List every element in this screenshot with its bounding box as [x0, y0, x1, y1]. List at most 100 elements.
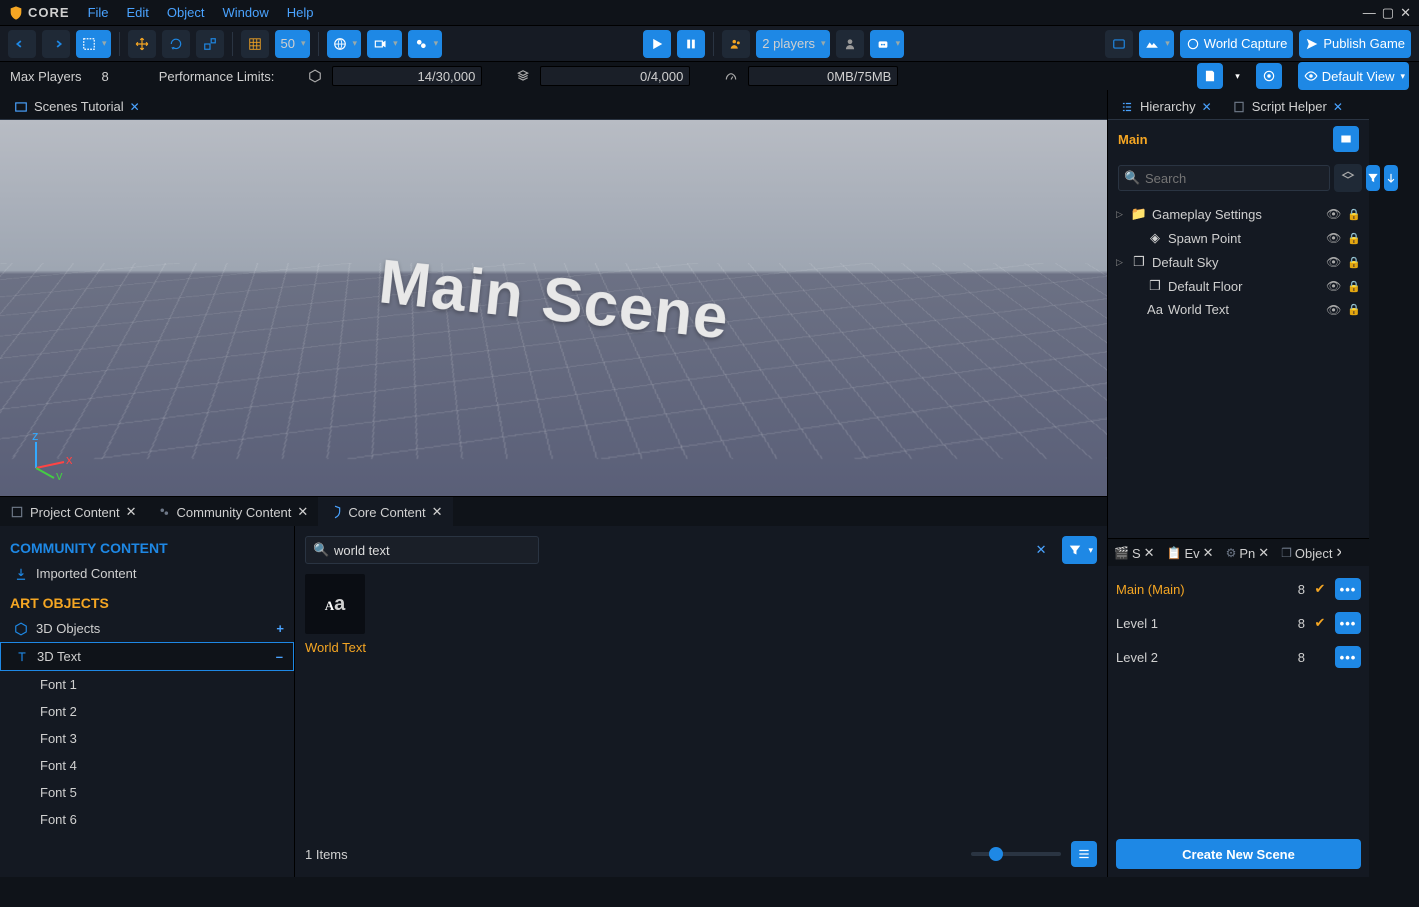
rotate-tool-button[interactable] — [162, 30, 190, 58]
terrain-dropdown[interactable]: ▾ — [1139, 30, 1174, 58]
perf-limits-label: Performance Limits: — [159, 69, 275, 84]
hierarchy-scene-name: Main — [1118, 132, 1325, 147]
tree-node[interactable]: ▷📁Gameplay Settings👁🔒 — [1108, 202, 1369, 226]
scene-menu-button[interactable]: ••• — [1335, 646, 1361, 668]
sidebar-item-3d-text[interactable]: 3D Text– — [0, 642, 294, 671]
scene-row[interactable]: Level 18 ✔ ••• — [1112, 606, 1365, 640]
visibility-icon[interactable]: 👁 — [1326, 207, 1341, 221]
tab-community-content[interactable]: Community Content✕ — [147, 497, 319, 526]
clear-search-icon[interactable]: ✕ — [1036, 542, 1047, 558]
sidebar-item-font[interactable]: Font 1 — [0, 671, 294, 698]
tab-script-helper[interactable]: Script Helper✕ — [1222, 93, 1353, 119]
bot-dropdown[interactable]: ▾ — [870, 30, 905, 58]
svg-text:z: z — [32, 432, 39, 443]
selection-mode-dropdown[interactable]: ▾ — [76, 30, 111, 58]
hierarchy-collapse-button[interactable] — [1384, 165, 1398, 191]
visibility-icon[interactable]: 👁 — [1326, 231, 1341, 245]
tab-project-content[interactable]: Project Content✕ — [0, 497, 147, 526]
scene-menu-button[interactable]: ••• — [1335, 578, 1361, 600]
close-icon[interactable]: ✕ — [130, 100, 140, 114]
screenshot-button[interactable] — [1105, 30, 1133, 58]
scene-row[interactable]: Level 28 ••• — [1112, 640, 1365, 674]
list-view-button[interactable] — [1071, 841, 1097, 867]
lock-icon[interactable]: 🔒 — [1347, 256, 1361, 269]
target-button[interactable] — [1256, 63, 1282, 89]
lock-icon[interactable]: 🔒 — [1347, 208, 1361, 221]
scene-row[interactable]: Main (Main)8 ✔ ••• — [1112, 572, 1365, 606]
sidebar-item-3d-objects[interactable]: 3D Objects+ — [0, 615, 294, 642]
visibility-icon[interactable]: 👁 — [1326, 279, 1341, 293]
tree-node[interactable]: ❒Default Floor👁🔒 — [1108, 274, 1369, 298]
sidebar-item-imported[interactable]: Imported Content — [0, 560, 294, 587]
window-close-icon[interactable]: ✕ — [1400, 5, 1411, 21]
tab-properties[interactable]: ⚙Pn✕ — [1220, 540, 1276, 566]
scene-check-icon[interactable]: ✔ — [1311, 580, 1329, 598]
redo-button[interactable] — [42, 30, 70, 58]
menu-help[interactable]: Help — [287, 5, 314, 20]
sidebar-item-font[interactable]: Font 2 — [0, 698, 294, 725]
axis-gizmo[interactable]: z x y — [24, 432, 72, 480]
undo-button[interactable] — [8, 30, 36, 58]
tab-events[interactable]: 📋Ev✕ — [1161, 540, 1220, 566]
default-view-dropdown[interactable]: Default View▾ — [1298, 62, 1409, 90]
sidebar-item-font[interactable]: Font 6 — [0, 806, 294, 833]
snap-grid-button[interactable] — [241, 30, 269, 58]
scene-settings-button[interactable] — [1333, 126, 1359, 152]
lock-icon[interactable]: 🔒 — [1347, 280, 1361, 293]
multiplayer-icon[interactable] — [722, 30, 750, 58]
save-button[interactable] — [1197, 63, 1223, 89]
hierarchy-filter-button[interactable] — [1366, 165, 1380, 191]
visibility-icon[interactable]: 👁 — [1326, 255, 1341, 269]
play-button[interactable] — [643, 30, 671, 58]
sidebar-item-font[interactable]: Font 5 — [0, 779, 294, 806]
folder-icon: 📁 — [1132, 206, 1146, 222]
player-count-dropdown[interactable]: 2 players▾ — [756, 30, 829, 58]
gizmo-dropdown[interactable]: ▾ — [408, 30, 443, 58]
tab-hierarchy[interactable]: Hierarchy✕ — [1110, 93, 1222, 119]
world-capture-button[interactable]: World Capture — [1180, 30, 1294, 58]
create-new-scene-button[interactable]: Create New Scene — [1116, 839, 1361, 869]
tree-node[interactable]: ◈Spawn Point👁🔒 — [1108, 226, 1369, 250]
scene-menu-button[interactable]: ••• — [1335, 612, 1361, 634]
tree-node[interactable]: ▷❒Default Sky👁🔒 — [1108, 250, 1369, 274]
lock-icon[interactable]: 🔒 — [1347, 303, 1361, 316]
tree-node[interactable]: AaWorld Text👁🔒 — [1108, 298, 1369, 321]
spawn-player-button[interactable] — [836, 30, 864, 58]
scene-check-icon[interactable] — [1311, 648, 1329, 666]
art-objects-header: ART OBJECTS — [0, 587, 294, 615]
tab-core-content[interactable]: Core Content✕ — [318, 497, 452, 526]
menu-file[interactable]: File — [88, 5, 109, 20]
window-minimize-icon[interactable]: — — [1363, 5, 1376, 21]
move-tool-button[interactable] — [128, 30, 156, 58]
menu-window[interactable]: Window — [223, 5, 269, 20]
snap-value-dropdown[interactable]: 50▾ — [275, 30, 310, 58]
lock-icon[interactable]: 🔒 — [1347, 232, 1361, 245]
viewport-3d[interactable]: Main Scene z x y — [0, 120, 1107, 496]
status-bar: Max Players 8 Performance Limits: 14/30,… — [0, 62, 1419, 90]
filter-dropdown[interactable]: ▾ — [1062, 536, 1097, 564]
asset-thumbnail[interactable]: Aa — [305, 574, 365, 634]
menu-edit[interactable]: Edit — [127, 5, 149, 20]
hierarchy-search-input[interactable] — [1118, 165, 1330, 191]
camera-speed-dropdown[interactable]: ▾ — [367, 30, 402, 58]
sidebar-item-font[interactable]: Font 3 — [0, 725, 294, 752]
publish-button[interactable]: Publish Game — [1299, 30, 1411, 58]
expand-icon[interactable]: + — [276, 621, 284, 636]
tab-object[interactable]: ❒Object✕ — [1275, 540, 1341, 566]
viewport-tab[interactable]: Scenes Tutorial✕ — [4, 93, 150, 119]
world-space-dropdown[interactable]: ▾ — [327, 30, 362, 58]
tab-scenes[interactable]: 🎬S✕ — [1108, 540, 1161, 566]
objects-icon — [308, 69, 322, 83]
scale-tool-button[interactable] — [196, 30, 224, 58]
content-search-input[interactable] — [305, 536, 539, 564]
pause-button[interactable] — [677, 30, 705, 58]
menu-object[interactable]: Object — [167, 5, 205, 20]
window-maximize-icon[interactable]: ▢ — [1382, 5, 1394, 21]
collapse-icon[interactable]: – — [276, 649, 283, 664]
thumbnail-size-slider[interactable] — [971, 852, 1061, 856]
hierarchy-group-button[interactable] — [1334, 164, 1362, 192]
visibility-icon[interactable]: 👁 — [1326, 303, 1341, 317]
search-icon: 🔍 — [313, 542, 329, 558]
scene-check-icon[interactable]: ✔ — [1311, 614, 1329, 632]
sidebar-item-font[interactable]: Font 4 — [0, 752, 294, 779]
